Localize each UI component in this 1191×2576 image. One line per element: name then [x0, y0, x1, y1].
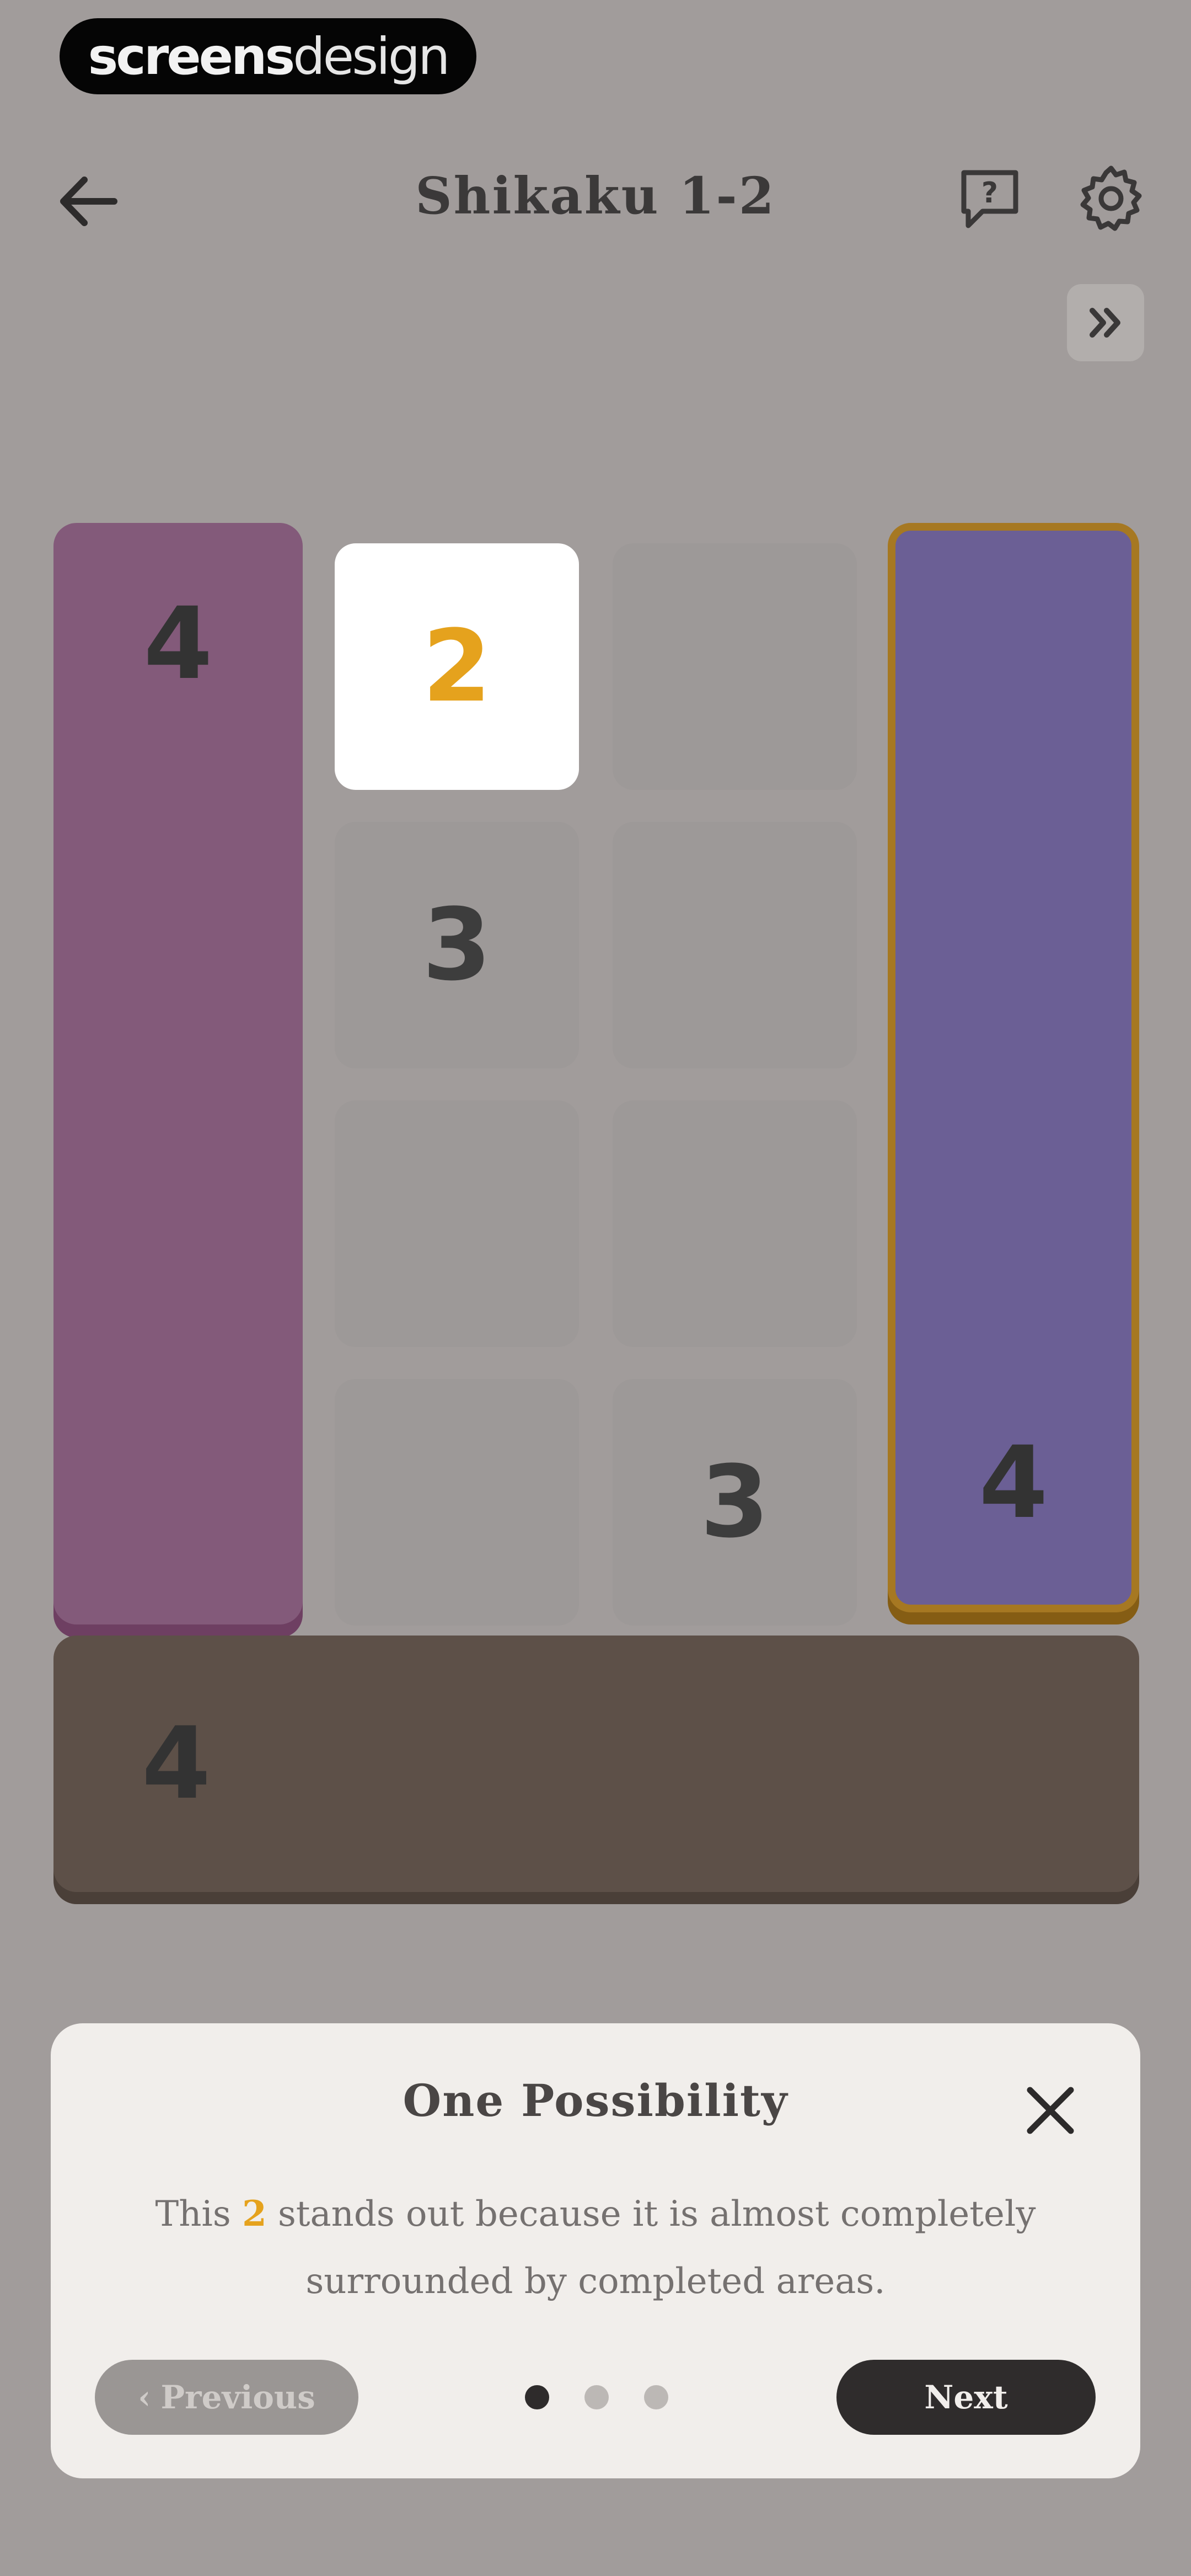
- cell-r3c3[interactable]: [613, 1100, 857, 1347]
- double-chevron-right-icon: [1090, 308, 1120, 338]
- page-dot-2: [584, 2385, 609, 2409]
- page-dot-1: [525, 2385, 549, 2409]
- region-brown-clue: 4: [142, 1706, 211, 1821]
- region-purple-clue: 4: [979, 1425, 1048, 1541]
- back-button[interactable]: [47, 160, 130, 243]
- close-button[interactable]: [1016, 2076, 1085, 2145]
- hint-message: This 2 stands out because it is almost c…: [117, 2180, 1074, 2324]
- chevron-left-icon: ‹: [138, 2379, 151, 2416]
- hint-title: One Possibility: [403, 2075, 788, 2126]
- hint-message-highlight: 2: [242, 2193, 267, 2235]
- cell-r1c2-clue: 2: [422, 608, 492, 724]
- next-label: Next: [924, 2379, 1008, 2416]
- cell-r4c3[interactable]: 3: [613, 1379, 857, 1626]
- cell-r2c2[interactable]: 3: [335, 822, 579, 1068]
- cell-r2c2-clue: 3: [422, 887, 492, 1003]
- close-icon: [1027, 2087, 1074, 2134]
- previous-button[interactable]: ‹ Previous: [95, 2360, 358, 2435]
- region-pink-clue: 4: [143, 586, 213, 702]
- help-glyph: ?: [981, 177, 998, 210]
- previous-label: Previous: [160, 2379, 315, 2416]
- hint-message-before: This: [155, 2194, 243, 2235]
- hint-sheet: One Possibility This 2 stands out becaus…: [51, 2023, 1140, 2478]
- cell-r2c3[interactable]: [613, 822, 857, 1068]
- region-pink[interactable]: 4: [53, 523, 303, 1624]
- gear-icon: [1080, 165, 1142, 231]
- help-button[interactable]: ?: [948, 157, 1031, 240]
- page-dot-3: [644, 2385, 668, 2409]
- watermark-part2: design: [293, 26, 450, 86]
- cell-r1c3[interactable]: [613, 543, 857, 790]
- page-indicator: [525, 2381, 668, 2414]
- cell-r4c2[interactable]: [335, 1379, 579, 1626]
- page-title: Shikaku 1-2: [415, 166, 776, 226]
- next-button[interactable]: Next: [836, 2360, 1096, 2435]
- help-bubble-icon: ?: [961, 170, 1018, 228]
- cell-r1c2[interactable]: 2: [335, 543, 579, 790]
- hint-message-after: stands out because it is almost complete…: [266, 2194, 1036, 2302]
- skip-button[interactable]: [1067, 284, 1144, 361]
- cell-r3c2[interactable]: [335, 1100, 579, 1347]
- arrow-left-icon: [60, 177, 117, 226]
- watermark-part1: screens: [88, 26, 296, 86]
- screensdesign-watermark: screens design: [60, 18, 476, 94]
- region-brown[interactable]: 4: [53, 1636, 1139, 1892]
- settings-button[interactable]: [1070, 157, 1152, 240]
- cell-r4c3-clue: 3: [700, 1444, 770, 1560]
- region-purple-selected[interactable]: 4: [888, 523, 1139, 1612]
